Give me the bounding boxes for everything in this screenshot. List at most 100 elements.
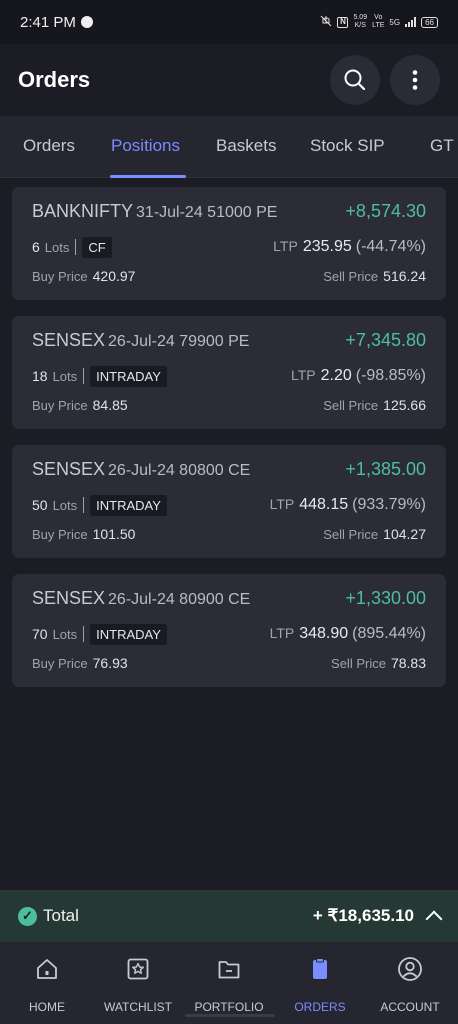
position-card[interactable]: BANKNIFTY 31-Jul-24 51000 PE +8,574.30 6…	[12, 187, 446, 300]
bottom-nav: HOME WATCHLIST PORTFOLIO ORDERS ACCOUNT	[0, 942, 458, 1024]
battery-icon: 66	[421, 16, 438, 28]
lots-label: Lots	[44, 239, 70, 255]
sell-price-value: 125.66	[383, 397, 426, 413]
total-label: Total	[43, 906, 79, 925]
position-pnl: +1,330.00	[345, 588, 426, 608]
position-lots: 50	[32, 497, 48, 513]
buy-price-value: 420.97	[92, 268, 136, 284]
more-options-button[interactable]	[390, 55, 440, 105]
portfolio-icon	[216, 956, 242, 982]
speed-value: 5.09	[353, 14, 368, 21]
account-icon	[397, 956, 423, 982]
position-pnl: +8,574.30	[345, 201, 426, 221]
product-type-badge: INTRADAY	[90, 494, 167, 516]
page-title: Orders	[18, 67, 91, 92]
lots-label: Lots	[52, 626, 78, 642]
buy-price-label: Buy Price	[32, 655, 88, 671]
app-header: Orders	[0, 44, 458, 116]
chevron-up-icon[interactable]	[425, 910, 443, 928]
position-pnl: +7,345.80	[345, 330, 426, 350]
ltp-value: 448.15	[299, 496, 349, 513]
volte-label: Vo	[374, 14, 383, 21]
divider	[83, 368, 85, 384]
check-circle-icon: ✓	[18, 906, 37, 926]
nfc-icon: N	[337, 16, 349, 28]
position-pnl: +1,385.00	[345, 459, 426, 479]
nav-account[interactable]: ACCOUNT	[364, 942, 456, 1024]
ltp-change: (895.44%)	[352, 625, 426, 642]
ltp-label: LTP	[273, 238, 298, 254]
position-card[interactable]: SENSEX 26-Jul-24 79900 PE +7,345.80 18 L…	[12, 316, 446, 429]
position-lots: 18	[32, 368, 48, 384]
whatsapp-notification-icon	[80, 16, 93, 28]
position-contract: 26-Jul-24 80900 CE	[108, 591, 251, 608]
buy-price-value: 101.50	[92, 526, 136, 542]
status-indicators: N 5.09 K/S Vo LTE 5G 66	[320, 14, 438, 30]
sell-price-label: Sell Price	[331, 655, 386, 671]
lots-label: Lots	[52, 497, 78, 513]
ltp-change: (933.79%)	[352, 496, 426, 513]
search-button[interactable]	[330, 55, 380, 105]
network-speed: 5.09 K/S	[353, 14, 367, 30]
ltp-value: 2.20	[320, 367, 352, 384]
nav-home[interactable]: HOME	[1, 942, 93, 1024]
lte-label: LTE	[372, 22, 385, 29]
total-value: + ₹18,635.10	[312, 906, 414, 925]
sell-price-label: Sell Price	[323, 526, 379, 542]
buy-price-label: Buy Price	[32, 397, 88, 413]
ltp-change: (-44.74%)	[355, 238, 426, 255]
home-icon	[34, 956, 60, 982]
status-bar: 2:41 PM N 5.09 K/S Vo LTE 5G 66	[0, 0, 458, 44]
divider	[83, 497, 85, 513]
buy-price-value: 84.85	[92, 397, 128, 413]
total-pnl-bar[interactable]: ✓ Total + ₹18,635.10	[0, 890, 458, 942]
header-actions	[330, 55, 440, 105]
ltp-change: (-98.85%)	[355, 367, 426, 384]
divider	[83, 626, 85, 642]
nav-label: ORDERS	[294, 1000, 346, 1014]
nav-portfolio[interactable]: PORTFOLIO	[183, 942, 275, 1024]
ltp-label: LTP	[269, 625, 295, 641]
buy-price-label: Buy Price	[32, 526, 88, 542]
position-symbol: SENSEX	[32, 330, 106, 350]
position-symbol: SENSEX	[32, 459, 106, 479]
tab-positions[interactable]: Positions	[111, 136, 180, 156]
ltp-value: 348.90	[299, 625, 349, 642]
ltp-label: LTP	[290, 367, 316, 383]
active-tab-indicator	[110, 175, 186, 178]
tab-stock-sip[interactable]: Stock SIP	[310, 136, 385, 156]
nav-label: WATCHLIST	[104, 1000, 172, 1014]
tab-gtt[interactable]: GT	[430, 136, 454, 156]
signal-icon	[405, 17, 417, 27]
mute-icon	[320, 15, 332, 29]
position-symbol: BANKNIFTY	[32, 201, 134, 221]
buy-price-value: 76.93	[92, 655, 128, 671]
position-contract: 31-Jul-24 51000 PE	[136, 204, 278, 221]
sell-price-value: 78.83	[390, 655, 426, 671]
nav-watchlist[interactable]: WATCHLIST	[92, 942, 184, 1024]
position-lots: 6	[32, 239, 40, 255]
volte-indicator: Vo LTE	[372, 14, 384, 30]
speed-unit: K/S	[354, 22, 366, 29]
tab-baskets[interactable]: Baskets	[216, 136, 276, 156]
orders-icon	[307, 956, 333, 982]
sell-price-label: Sell Price	[323, 397, 379, 413]
gesture-bar	[185, 1014, 275, 1017]
product-type-badge: INTRADAY	[90, 365, 167, 387]
network-type: 5G	[389, 17, 401, 27]
buy-price-label: Buy Price	[32, 268, 88, 284]
position-contract: 26-Jul-24 79900 PE	[108, 333, 250, 350]
position-card[interactable]: SENSEX 26-Jul-24 80900 CE +1,330.00 70 L…	[12, 574, 446, 687]
sell-price-label: Sell Price	[323, 268, 379, 284]
nav-label: ACCOUNT	[380, 1000, 440, 1014]
nav-label: PORTFOLIO	[194, 1000, 264, 1014]
position-card[interactable]: SENSEX 26-Jul-24 80800 CE +1,385.00 50 L…	[12, 445, 446, 558]
tab-orders[interactable]: Orders	[23, 136, 75, 156]
divider	[75, 239, 77, 255]
nav-orders[interactable]: ORDERS	[274, 942, 366, 1024]
lots-label: Lots	[52, 368, 78, 384]
positions-list: BANKNIFTY 31-Jul-24 51000 PE +8,574.30 6…	[12, 187, 446, 703]
sell-price-value: 104.27	[383, 526, 426, 542]
sell-price-value: 516.24	[383, 268, 426, 284]
position-symbol: SENSEX	[32, 588, 106, 608]
